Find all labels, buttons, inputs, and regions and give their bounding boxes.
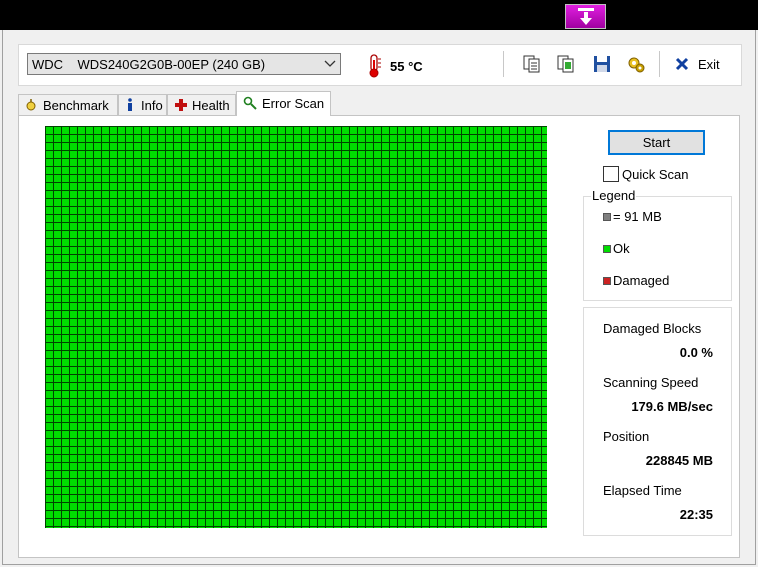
toolbar-separator <box>659 51 660 77</box>
stopwatch-icon <box>26 99 36 111</box>
copy-screenshot-button[interactable] <box>555 53 577 75</box>
quick-scan-checkbox-box[interactable] <box>603 166 619 182</box>
save-button[interactable] <box>591 53 613 75</box>
tab-error-scan[interactable]: Error Scan <box>236 91 331 116</box>
chevron-down-icon <box>324 60 336 67</box>
scanning-speed-value: 179.6 MB/sec <box>631 399 713 414</box>
options-button[interactable] <box>625 53 647 75</box>
elapsed-time-label: Elapsed Time <box>603 483 682 498</box>
legend-label: Ok <box>613 241 630 256</box>
drive-select-value: WDC WDS240G2G0B-00EP (240 GB) <box>32 57 266 72</box>
tab-label: Error Scan <box>262 96 325 111</box>
close-icon <box>675 57 689 71</box>
tab-benchmark[interactable]: Benchmark <box>18 94 118 115</box>
tools-icon <box>628 57 645 73</box>
toolbar: WDC WDS240G2G0B-00EP (240 GB) 55 °C Exit <box>18 44 742 86</box>
copy-icon <box>523 55 540 73</box>
tab-label: Info <box>141 98 163 113</box>
start-button[interactable]: Start <box>608 130 705 155</box>
legend-swatch <box>603 277 611 285</box>
toolbar-separator <box>503 51 504 77</box>
elapsed-time-value: 22:35 <box>679 507 713 522</box>
temperature-value: 55 °C <box>390 59 423 74</box>
thermometer-icon <box>369 54 381 78</box>
app-icon <box>565 4 606 29</box>
scan-block-grid <box>45 126 547 528</box>
quick-scan-label: Quick Scan <box>622 167 689 182</box>
damaged-blocks-label: Damaged Blocks <box>603 321 702 336</box>
position-label: Position <box>603 429 650 444</box>
download-arrow-icon <box>578 8 594 25</box>
legend-label: Damaged <box>613 273 670 288</box>
info-icon <box>128 98 132 111</box>
drive-select[interactable]: WDC WDS240G2G0B-00EP (240 GB) <box>27 53 341 75</box>
scanning-speed-label: Scanning Speed <box>603 375 699 390</box>
copy-image-icon <box>557 55 574 73</box>
legend-label: = 91 MB <box>613 209 662 224</box>
tab-health[interactable]: Health <box>167 94 236 115</box>
tab-label: Benchmark <box>43 98 109 113</box>
tab-label: Health <box>192 98 230 113</box>
magnifier-icon <box>243 96 257 110</box>
legend-swatch <box>603 245 611 253</box>
health-cross-icon <box>175 99 187 111</box>
floppy-disk-icon <box>594 56 610 72</box>
legend-swatch <box>603 213 611 221</box>
tab-info[interactable]: Info <box>118 94 167 115</box>
copy-info-button[interactable] <box>521 53 543 75</box>
legend-title: Legend <box>591 188 637 203</box>
exit-label: Exit <box>698 57 720 72</box>
damaged-blocks-value: 0.0 % <box>679 345 713 360</box>
stats-group <box>583 307 732 536</box>
position-value: 228845 MB <box>645 453 713 468</box>
